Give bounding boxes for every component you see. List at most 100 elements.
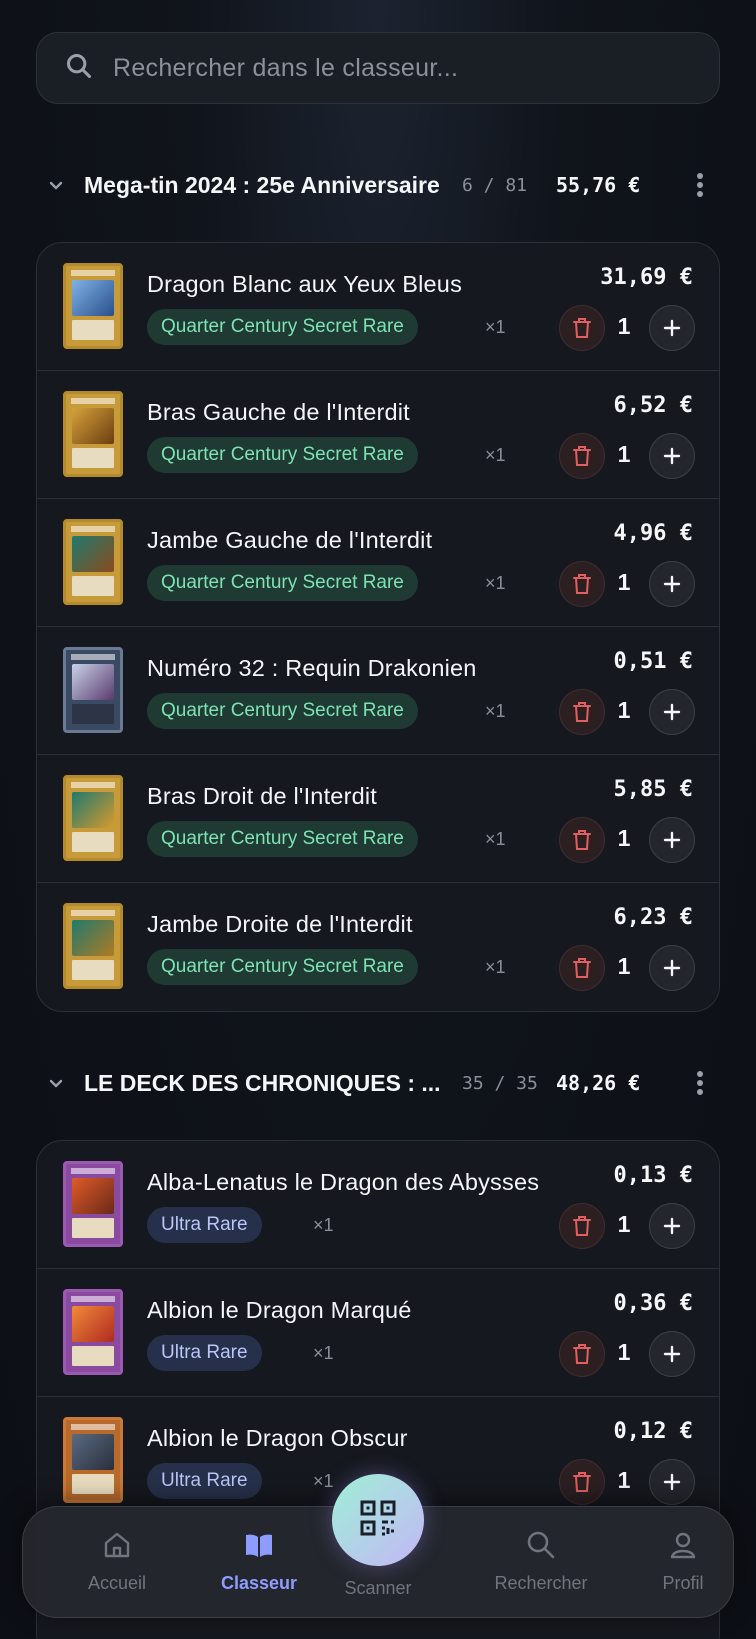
nav-search[interactable]: Rechercher [471,1529,611,1594]
delete-button[interactable] [559,1203,605,1249]
card-thumbnail [63,775,123,861]
card-thumbnail [63,1417,123,1503]
card-name: Albion le Dragon Obscur [147,1425,408,1451]
card-thumbnail [63,263,123,349]
card-name: Jambe Droite de l'Interdit [147,911,413,937]
card-thumbnail [63,391,123,477]
section-title: LE DECK DES CHRONIQUES : ... [84,1069,441,1096]
delete-button[interactable] [559,561,605,607]
rarity-badge: Ultra Rare [147,1207,262,1243]
increment-button[interactable] [649,305,695,351]
card-name: Albion le Dragon Marqué [147,1297,412,1323]
scanner-label: Scanner [344,1578,412,1598]
more-options-icon[interactable] [680,1070,720,1096]
card-price: 0,36 € [613,1291,693,1316]
nav-binder[interactable]: Classeur [189,1529,329,1594]
card-thumbnail [63,519,123,605]
user-icon [613,1529,753,1561]
delete-button[interactable] [559,1459,605,1505]
card-price: 6,23 € [613,905,693,930]
nav-label: Accueil [87,1573,147,1593]
increment-button[interactable] [649,817,695,863]
nav-label: Profil [662,1573,704,1593]
increment-button[interactable] [649,945,695,991]
search-icon [65,52,93,85]
card-price: 0,13 € [613,1163,693,1188]
quantity-value: 1 [617,697,631,723]
card-price: 31,69 € [600,265,693,290]
multiplier: ×1 [313,1343,334,1363]
search-bar[interactable] [36,32,720,104]
quantity-value: 1 [617,313,631,339]
increment-button[interactable] [649,1459,695,1505]
section-header-megatin[interactable]: Mega-tin 2024 : 25e Anniversaire 6 / 81 … [36,160,720,210]
card-price: 6,52 € [613,393,693,418]
card-row[interactable]: Bras Gauche de l'Interdit Quarter Centur… [37,371,719,499]
card-price: 5,85 € [613,777,693,802]
rarity-badge: Quarter Century Secret Rare [147,565,418,601]
card-thumbnail [63,903,123,989]
card-name: Bras Droit de l'Interdit [147,783,378,809]
section-header-chroniques[interactable]: LE DECK DES CHRONIQUES : ... 35 / 35 48,… [36,1058,720,1108]
quantity-value: 1 [617,825,631,851]
card-thumbnail [63,1161,123,1247]
card-row[interactable]: Albion le Dragon Marqué Ultra Rare ×1 0,… [37,1269,719,1397]
multiplier: ×1 [485,829,506,849]
multiplier: ×1 [313,1215,334,1235]
card-row[interactable]: Numéro 32 : Requin Drakonien Quarter Cen… [37,627,719,755]
delete-button[interactable] [559,817,605,863]
search-icon [471,1529,611,1561]
nav-label: Rechercher [494,1573,588,1593]
increment-button[interactable] [649,689,695,735]
multiplier: ×1 [485,573,506,593]
quantity-value: 1 [617,569,631,595]
more-options-icon[interactable] [680,172,720,198]
card-name: Jambe Gauche de l'Interdit [147,527,433,553]
delete-button[interactable] [559,945,605,991]
section-value: 48,26 € [556,1071,641,1095]
card-row[interactable]: Alba-Lenatus le Dragon des Abysses Ultra… [37,1141,719,1269]
increment-button[interactable] [649,1331,695,1377]
nav-label: Classeur [220,1573,298,1593]
increment-button[interactable] [649,561,695,607]
delete-button[interactable] [559,689,605,735]
section-count: 6 / 81 [462,174,528,196]
delete-button[interactable] [559,433,605,479]
quantity-value: 1 [617,1339,631,1365]
quantity-value: 1 [617,1211,631,1237]
chevron-down-icon[interactable] [36,1073,76,1093]
search-input[interactable] [113,53,673,83]
nav-profile[interactable]: Profil [613,1529,753,1594]
card-row[interactable]: Jambe Gauche de l'Interdit Quarter Centu… [37,499,719,627]
card-name: Numéro 32 : Requin Drakonien [147,655,477,681]
book-icon [189,1529,329,1561]
multiplier: ×1 [485,445,506,465]
card-price: 0,51 € [613,649,693,674]
delete-button[interactable] [559,305,605,351]
increment-button[interactable] [649,1203,695,1249]
card-thumbnail [63,647,123,733]
chevron-down-icon[interactable] [36,175,76,195]
card-price: 0,12 € [613,1419,693,1444]
scanner-button[interactable] [332,1474,424,1566]
nav-home[interactable]: Accueil [47,1529,187,1594]
card-price: 4,96 € [613,521,693,546]
multiplier: ×1 [485,701,506,721]
multiplier: ×1 [485,317,506,337]
rarity-badge: Quarter Century Secret Rare [147,821,418,857]
card-name: Alba-Lenatus le Dragon des Abysses [147,1169,540,1195]
delete-button[interactable] [559,1331,605,1377]
card-row[interactable]: Jambe Droite de l'Interdit Quarter Centu… [37,883,719,1011]
card-name: Bras Gauche de l'Interdit [147,399,410,425]
qr-code-icon [358,1498,398,1543]
card-row[interactable]: Dragon Blanc aux Yeux Bleus Quarter Cent… [37,243,719,371]
card-row[interactable]: Bras Droit de l'Interdit Quarter Century… [37,755,719,883]
increment-button[interactable] [649,433,695,479]
rarity-badge: Ultra Rare [147,1463,262,1499]
quantity-value: 1 [617,441,631,467]
card-thumbnail [63,1289,123,1375]
rarity-badge: Ultra Rare [147,1335,262,1371]
rarity-badge: Quarter Century Secret Rare [147,949,418,985]
card-list-megatin: Dragon Blanc aux Yeux Bleus Quarter Cent… [36,242,720,1012]
section-value: 55,76 € [556,173,641,197]
